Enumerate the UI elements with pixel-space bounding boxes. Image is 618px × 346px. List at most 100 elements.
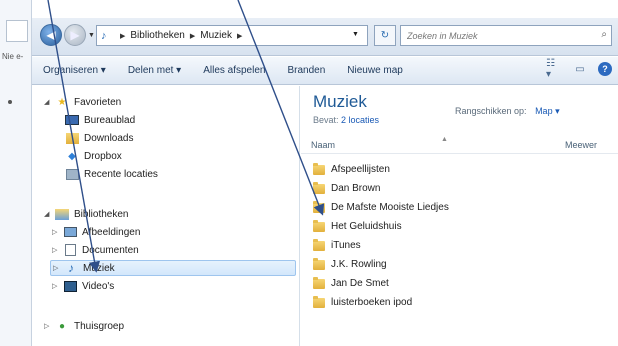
folder-name: Dan Brown (331, 183, 381, 194)
arrange-by: Rangschikken op: Map ▾ (455, 106, 560, 117)
music-library-icon: ♪ (101, 29, 107, 42)
list-item[interactable]: Jan De Smet (313, 276, 389, 291)
collapse-arrow-icon[interactable]: ▷ (53, 264, 63, 272)
libraries-icon (54, 208, 70, 221)
folder-icon (313, 162, 325, 175)
tree-item-videos[interactable]: ▷ Video's (52, 278, 114, 294)
folder-icon (313, 276, 325, 289)
folder-name: iTunes (331, 240, 361, 251)
list-item[interactable]: Het Geluidshuis (313, 219, 402, 234)
preview-pane-icon[interactable]: ▭ (572, 62, 588, 76)
breadcrumb-music[interactable]: Muziek (200, 30, 232, 41)
address-dropdown-button[interactable]: ▼ (352, 31, 359, 38)
arrange-dropdown[interactable]: Map ▾ (535, 106, 560, 116)
tree-favorites[interactable]: ◢ ★ Favorieten (44, 94, 121, 110)
refresh-button[interactable]: ↻ (374, 25, 396, 46)
collapse-arrow-icon[interactable]: ▷ (44, 322, 54, 330)
breadcrumb-libraries[interactable]: Bibliotheken (130, 30, 184, 41)
list-item[interactable]: J.K. Rowling (313, 257, 387, 272)
folder-icon (313, 181, 325, 194)
column-contributors-header[interactable]: Meewer (565, 140, 597, 150)
organize-button[interactable]: Organiseren ▾ (32, 65, 117, 76)
expand-arrow-icon[interactable]: ◢ (44, 98, 54, 106)
tree-label: Thuisgroep (74, 320, 125, 332)
folder-name: luisterboeken ipod (331, 297, 413, 308)
tree-label: Bibliotheken (74, 208, 129, 220)
star-icon: ★ (57, 96, 67, 108)
folder-name: Het Geluidshuis (331, 221, 402, 232)
search-icon[interactable]: ⌕ (601, 29, 607, 40)
recent-places-icon (64, 168, 80, 181)
music-icon: ♪ (68, 261, 74, 275)
tree-item-recent[interactable]: Recente locaties (64, 166, 158, 182)
list-item[interactable]: iTunes (313, 238, 361, 253)
library-title: Muziek (313, 92, 367, 111)
chevron-right-icon[interactable]: ▶ (190, 32, 195, 40)
tree-item-dropbox[interactable]: ◆ Dropbox (64, 148, 122, 164)
tree-label: Recente locaties (84, 168, 158, 180)
folder-icon (313, 200, 325, 213)
collapse-arrow-icon[interactable]: ▷ (52, 228, 62, 236)
collapse-arrow-icon[interactable]: ▷ (52, 246, 62, 254)
arrange-label: Rangschikken op: (455, 106, 527, 116)
homegroup-icon: ● (58, 320, 66, 332)
address-box[interactable]: ♪ ▶ Bibliotheken ▶ Muziek ▶ (96, 25, 368, 46)
list-item[interactable]: Dan Brown (313, 181, 380, 196)
new-folder-button[interactable]: Nieuwe map (336, 65, 414, 76)
videos-icon (62, 280, 78, 293)
view-options-icon[interactable]: ☷ ▾ (546, 58, 562, 80)
locations-prefix: Bevat: (313, 115, 339, 125)
chevron-right-icon[interactable]: ▶ (237, 32, 242, 40)
list-item[interactable]: luisterboeken ipod (313, 295, 412, 310)
column-name-header[interactable]: Naam (311, 140, 335, 150)
play-all-button[interactable]: Alles afspelen (192, 65, 276, 76)
tree-label: Favorieten (74, 96, 122, 108)
forward-button[interactable]: ▶ (64, 24, 86, 46)
tree-label: Bureaublad (84, 114, 136, 126)
share-button[interactable]: Delen met ▾ (117, 65, 192, 76)
list-item[interactable]: De Mafste Mooiste Liedjes (313, 200, 449, 215)
locations-link[interactable]: 2 locaties (341, 115, 379, 125)
tree-label: Muziek (83, 262, 115, 274)
background-window-label: Nie e- (2, 52, 24, 61)
library-subtitle: Bevat: 2 locaties (313, 115, 379, 125)
folder-name: De Mafste Mooiste Liedjes (331, 202, 449, 213)
burn-button[interactable]: Branden (276, 65, 336, 76)
dropbox-icon: ◆ (68, 150, 76, 162)
folder-name: Jan De Smet (331, 278, 389, 289)
recent-pages-dropdown[interactable]: ▼ (88, 32, 95, 39)
pictures-icon (62, 226, 78, 239)
help-icon[interactable]: ? (598, 62, 612, 76)
column-header-row: Naam ▲ Meewer (301, 136, 618, 154)
tree-homegroup[interactable]: ▷ ● Thuisgroep (44, 318, 124, 334)
collapse-arrow-icon[interactable]: ▷ (52, 282, 62, 290)
tree-item-pictures[interactable]: ▷ Afbeeldingen (52, 224, 140, 240)
tree-libraries[interactable]: ◢ Bibliotheken (44, 206, 128, 222)
tree-label: Video's (82, 280, 115, 292)
folder-icon (313, 295, 325, 308)
folder-name: Afspeellijsten (331, 164, 390, 175)
address-bar-row: ◀ ▶ ▼ ♪ ▶ Bibliotheken ▶ Muziek ▶ ▼ ↻ ⌕ (32, 18, 618, 56)
search-input[interactable] (401, 26, 581, 45)
tree-label: Dropbox (84, 150, 122, 162)
tree-item-downloads[interactable]: Downloads (64, 130, 133, 146)
folder-icon (313, 257, 325, 270)
folder-icon (313, 219, 325, 232)
expand-arrow-icon[interactable]: ◢ (44, 210, 54, 218)
back-button[interactable]: ◀ (40, 24, 62, 46)
tree-item-music[interactable]: ▷ ♪ Muziek (50, 260, 296, 276)
content-pane: Muziek Bevat: 2 locaties Rangschikken op… (301, 86, 618, 346)
background-window-edge: Nie e- (0, 0, 32, 346)
desktop-icon (64, 114, 80, 127)
chevron-right-icon[interactable]: ▶ (120, 32, 125, 40)
navigation-pane: ◢ ★ Favorieten Bureaublad Downloads ◆ Dr… (32, 86, 300, 346)
bullet-icon (8, 100, 12, 104)
downloads-folder-icon (64, 132, 80, 145)
tree-item-documents[interactable]: ▷ Documenten (52, 242, 139, 258)
search-box[interactable]: ⌕ (400, 25, 612, 46)
list-item[interactable]: Afspeellijsten (313, 162, 390, 177)
tree-item-desktop[interactable]: Bureaublad (64, 112, 135, 128)
tree-label: Documenten (82, 244, 139, 256)
tree-label: Afbeeldingen (82, 226, 141, 238)
documents-icon (62, 244, 78, 257)
